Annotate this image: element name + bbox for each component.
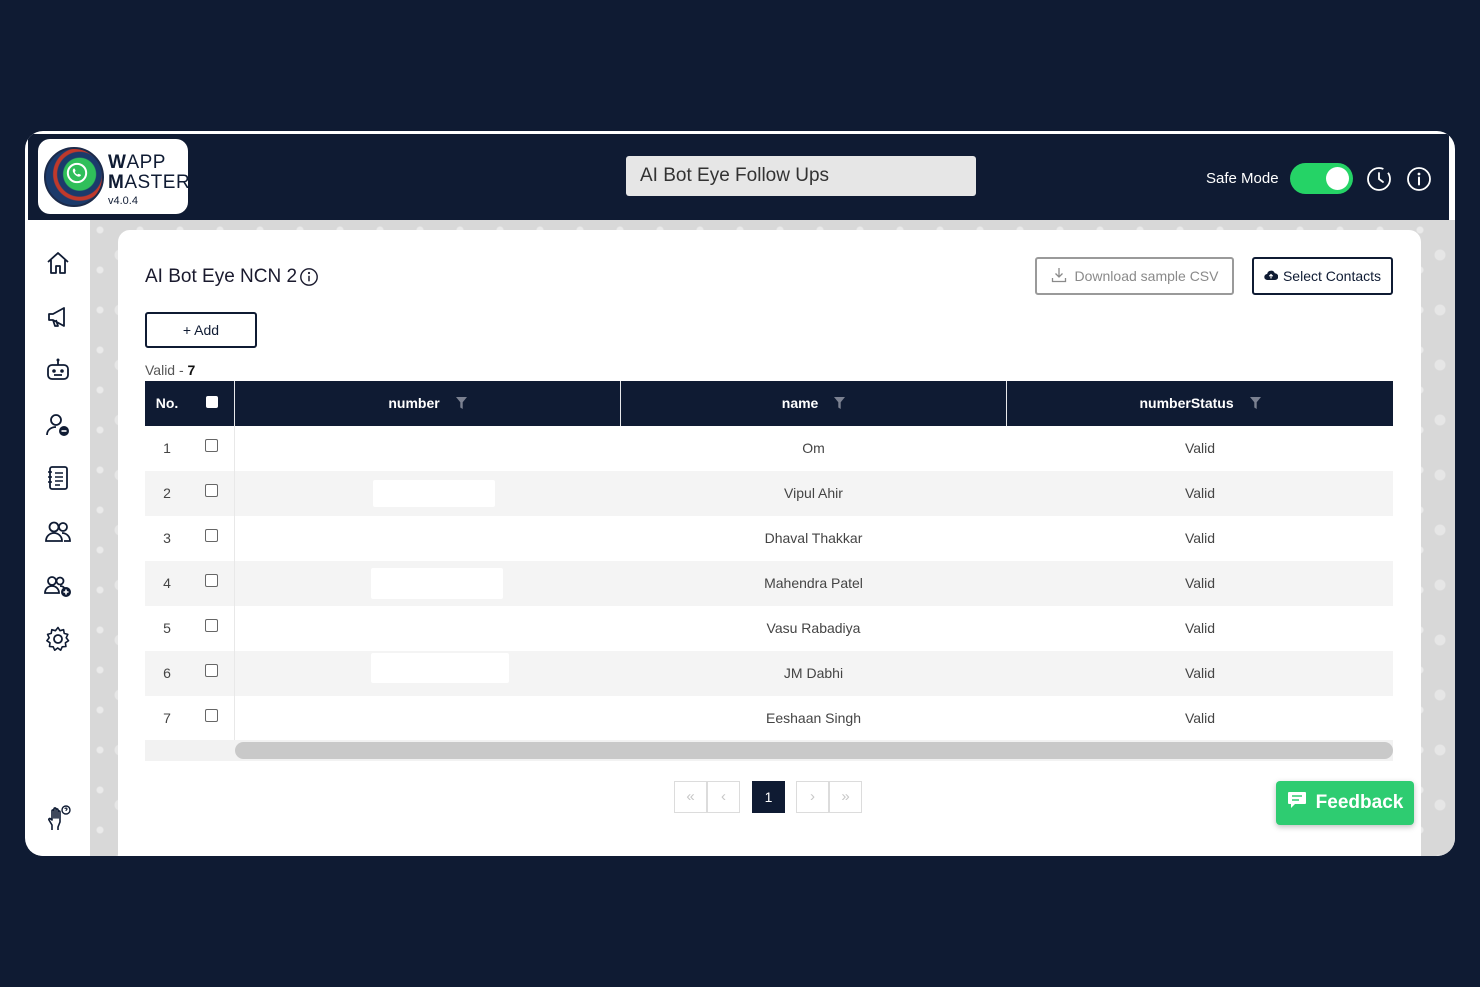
valid-count: Valid - 7 — [145, 362, 196, 378]
row-number: 7 — [163, 710, 171, 726]
safe-mode-toggle[interactable] — [1290, 163, 1353, 194]
header-no: No. — [155, 395, 179, 411]
row-name: Vasu Rabadiya — [766, 620, 861, 636]
select-contacts-label: Select Contacts — [1282, 268, 1382, 284]
row-phone-number — [235, 561, 620, 606]
app-window: WAPP MASTER v4.0.4 AI Bot Eye Follow Ups… — [25, 131, 1455, 856]
logo-text-line1: WAPP — [108, 152, 166, 173]
row-checkbox[interactable] — [205, 529, 218, 542]
next-page-button[interactable]: › — [796, 781, 829, 813]
page-title: AI Bot Eye NCN 2 — [145, 266, 298, 287]
horizontal-scrollbar[interactable] — [145, 740, 1393, 761]
download-icon — [1051, 267, 1067, 286]
title-info-icon[interactable] — [299, 267, 319, 292]
row-checkbox[interactable] — [205, 709, 218, 722]
row-checkbox[interactable] — [205, 574, 218, 587]
row-status: Valid — [1184, 665, 1216, 681]
download-sample-csv-button[interactable]: Download sample CSV — [1035, 257, 1234, 295]
row-name: Dhaval Thakkar — [764, 530, 863, 546]
row-checkbox[interactable] — [205, 619, 218, 632]
last-page-button[interactable]: » — [829, 781, 862, 813]
sidebar — [28, 220, 90, 856]
row-name: Om — [802, 440, 825, 456]
robot-icon[interactable] — [44, 356, 72, 384]
scrollbar-thumb[interactable] — [235, 742, 1393, 759]
app-logo[interactable]: WAPP MASTER v4.0.4 — [38, 139, 191, 214]
row-phone-number — [235, 516, 620, 561]
row-number: 1 — [163, 440, 171, 456]
select-contacts-button[interactable]: Select Contacts — [1252, 257, 1393, 295]
notebook-icon[interactable] — [44, 464, 72, 492]
row-name: Eeshaan Singh — [766, 710, 861, 726]
row-number: 6 — [163, 665, 171, 681]
page-1-button[interactable]: 1 — [752, 781, 785, 813]
header-number[interactable]: number — [235, 381, 620, 426]
campaign-title-field[interactable]: AI Bot Eye Follow Ups — [626, 156, 976, 196]
row-status: Valid — [1184, 710, 1216, 726]
feedback-button[interactable]: Feedback — [1276, 781, 1414, 825]
row-status: Valid — [1184, 485, 1216, 501]
feedback-label: Feedback — [1315, 792, 1404, 813]
row-status: Valid — [1184, 440, 1216, 456]
download-csv-label: Download sample CSV — [1074, 268, 1219, 284]
feedback-chat-icon — [1287, 791, 1307, 815]
first-page-button[interactable]: « — [674, 781, 707, 813]
header-name[interactable]: name — [621, 381, 1006, 426]
row-name: Mahendra Patel — [764, 575, 863, 591]
users-icon[interactable] — [44, 518, 72, 546]
logo-text-line2: MASTER — [108, 172, 191, 193]
app-version: v4.0.4 — [108, 195, 138, 207]
contacts-card: AI Bot Eye NCN 2 Download sample CSV Sel… — [118, 230, 1421, 856]
row-checkbox[interactable] — [205, 484, 218, 497]
select-all-checkbox[interactable] — [206, 396, 218, 408]
hand-help-icon[interactable] — [44, 804, 72, 832]
header-number-status[interactable]: numberStatus — [1007, 381, 1393, 426]
toggle-knob — [1326, 167, 1349, 190]
whatsapp-logo-icon — [44, 147, 104, 207]
row-number: 2 — [163, 485, 171, 501]
safe-mode-label: Safe Mode — [1206, 170, 1279, 187]
row-number: 3 — [163, 530, 171, 546]
add-button[interactable]: + Add — [145, 312, 257, 348]
prev-page-button[interactable]: ‹ — [707, 781, 740, 813]
row-number: 5 — [163, 620, 171, 636]
row-number: 4 — [163, 575, 171, 591]
row-phone-number — [235, 696, 620, 741]
gear-icon[interactable] — [44, 625, 72, 653]
table-row[interactable]: 2 Vipul Ahir Valid — [145, 471, 1393, 516]
history-clock-icon[interactable] — [1366, 166, 1392, 197]
users-add-icon[interactable] — [44, 572, 72, 600]
row-phone-number — [235, 606, 620, 651]
row-phone-number — [235, 471, 620, 516]
user-minus-icon[interactable] — [44, 411, 72, 439]
row-checkbox[interactable] — [205, 664, 218, 677]
table-row[interactable]: 7 Eeshaan Singh Valid — [145, 696, 1393, 741]
table-row[interactable]: 1 Om Valid — [145, 426, 1393, 471]
contacts-table: No. number name numberStatus 1 Om Valid … — [145, 381, 1393, 741]
table-row[interactable]: 4 Mahendra Patel Valid — [145, 561, 1393, 606]
filter-icon[interactable] — [1249, 382, 1261, 427]
top-bar: WAPP MASTER v4.0.4 AI Bot Eye Follow Ups… — [28, 134, 1449, 220]
row-phone-number — [235, 651, 620, 696]
filter-icon[interactable] — [834, 382, 846, 427]
row-name: JM Dabhi — [783, 665, 844, 681]
row-checkbox[interactable] — [205, 439, 218, 452]
row-status: Valid — [1184, 575, 1216, 591]
filter-icon[interactable] — [455, 382, 467, 427]
table-row[interactable]: 5 Vasu Rabadiya Valid — [145, 606, 1393, 651]
row-status: Valid — [1184, 620, 1216, 636]
table-row[interactable]: 6 JM Dabhi Valid — [145, 651, 1393, 696]
cloud-upload-icon — [1264, 268, 1279, 284]
row-status: Valid — [1184, 530, 1216, 546]
table-header: No. number name numberStatus — [145, 381, 1393, 426]
row-name: Vipul Ahir — [784, 485, 843, 501]
row-phone-number — [235, 426, 620, 471]
megaphone-icon[interactable] — [44, 303, 72, 331]
table-row[interactable]: 3 Dhaval Thakkar Valid — [145, 516, 1393, 561]
info-icon[interactable] — [1406, 166, 1432, 197]
home-icon[interactable] — [44, 249, 72, 277]
